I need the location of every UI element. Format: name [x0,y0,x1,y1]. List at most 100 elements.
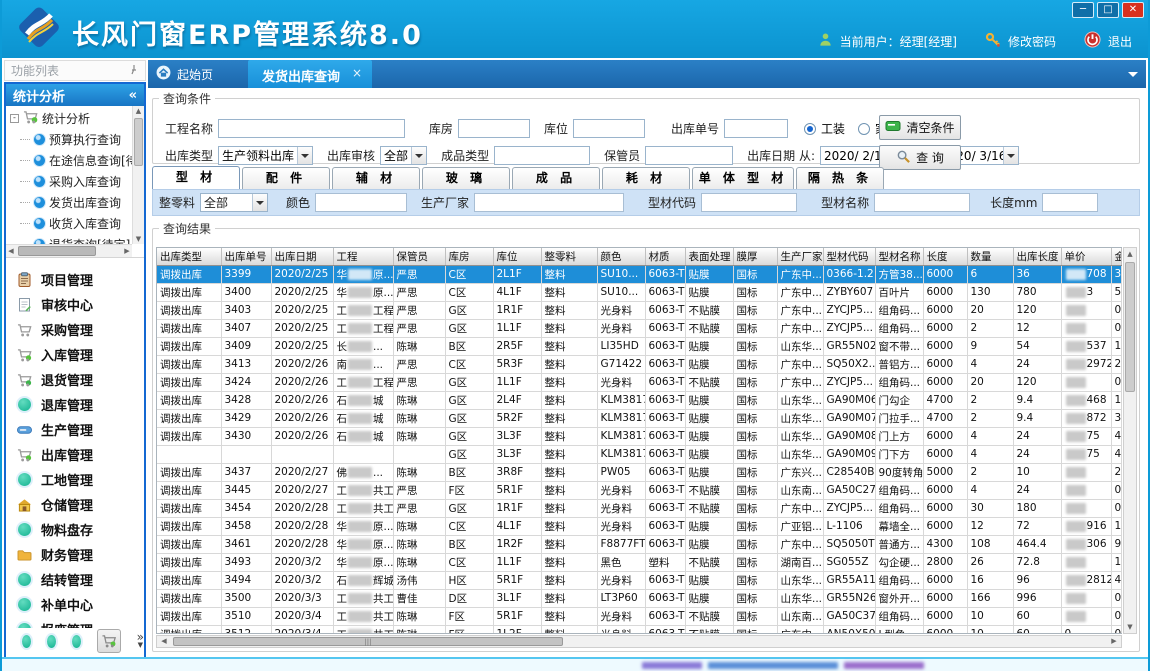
sidebar-item-carryover[interactable]: 结转管理 [6,567,144,592]
table-row[interactable]: 调拨出库34132020/2/26南...严思C区5R3F整料G71422606… [157,355,1122,373]
radio-gongzhuang[interactable] [804,123,816,135]
tab-home[interactable]: 起始页 [156,65,213,83]
sidebar-item-outbound[interactable]: 出库管理 [6,442,144,467]
length-input[interactable] [1042,193,1098,212]
outbound-type-select[interactable]: 生产领料出库 [218,146,313,165]
profile-name-input[interactable] [874,193,970,212]
column-header[interactable]: 出库长度 [1013,248,1061,265]
sidebar-item-inbound[interactable]: 入库管理 [6,342,144,367]
material-tab-1[interactable]: 配 件 [242,167,330,189]
sidebar-item-returns[interactable]: 退货管理 [6,367,144,392]
table-row[interactable]: 调拨出库34282020/2/26石城陈琳G区2L4F整料KLM38176063… [157,391,1122,409]
tree-expander-icon[interactable]: - [10,114,19,123]
column-header[interactable]: 出库类型 [157,248,221,265]
warehouse-input[interactable] [458,119,530,138]
column-header[interactable]: 材质 [645,248,685,265]
column-header[interactable]: 金 [1111,248,1122,265]
table-row[interactable]: 调拨出库34932020/3/2华原...陈琳C区1L1F整料黑色塑料不贴膜国标… [157,553,1122,571]
logout-link[interactable]: 退出 [1108,33,1132,50]
column-header[interactable]: 库位 [493,248,541,265]
table-row[interactable]: 调拨出库34092020/2/25长...陈琳B区2R5F整料LI35HD606… [157,337,1122,355]
column-header[interactable]: 保管员 [393,248,445,265]
green-circle-icon[interactable] [22,635,31,648]
material-tab-3[interactable]: 玻 璃 [422,167,510,189]
tree-item[interactable]: 退货查询[待定] [6,234,132,244]
tree-vertical-scrollbar[interactable]: ▲ ▼ [132,106,144,244]
tree-item[interactable]: 预算执行查询 [6,129,132,150]
pin-icon[interactable] [129,62,139,80]
table-row[interactable]: 调拨出库34612020/2/28华原...陈琳B区1R2F整料F8877FT6… [157,535,1122,553]
color-input[interactable] [315,193,407,212]
tab-outbound-query[interactable]: 发货出库查询 × [248,60,372,88]
column-header[interactable]: 出库单号 [221,248,271,265]
tab-close-icon[interactable]: × [352,66,362,88]
material-tab-6[interactable]: 单 体 型 材 [692,167,794,189]
sidebar-item-project[interactable]: 项目管理 [6,267,144,292]
cart-button-icon[interactable] [97,629,121,653]
table-row[interactable]: 调拨出库34242020/2/26工工程严思G区1L1F整料光身料6063-T5… [157,373,1122,391]
table-row[interactable]: 调拨出库34072020/2/25工工程严思G区1L1F整料光身料6063-T5… [157,319,1122,337]
change-password-link[interactable]: 修改密码 [1008,33,1056,50]
tree-horizontal-scrollbar[interactable]: ◀ ▶ [6,244,132,257]
green-circle-icon[interactable] [47,635,56,648]
column-header[interactable]: 膜厚 [733,248,777,265]
sidebar-item-finance[interactable]: 财务管理 [6,542,144,567]
grid-vertical-scrollbar[interactable]: ▲ ▼ [1123,247,1137,634]
table-row[interactable]: 调拨出库35122020/3/4工共工程陈琳F区1L2F整料光身料6063-T5… [157,625,1122,634]
material-tab-5[interactable]: 耗 材 [602,167,690,189]
sidebar-section-header[interactable]: 统计分析 « [6,84,144,106]
table-row[interactable]: 调拨出库34302020/2/26石城陈琳G区3L3F整料KLM38176063… [157,427,1122,445]
column-header[interactable]: 生产厂家 [777,248,823,265]
table-row[interactable]: 调拨出库33992020/2/25华原...严思C区2L1F整料SU10...6… [157,265,1122,283]
material-tab-0[interactable]: 型 材 [152,166,240,189]
table-row[interactable]: G区3L3F整料KLM38176063-T5贴膜国标山东华...GA90M09.… [157,445,1122,463]
tree-item[interactable]: 在途信息查询[待 [6,150,132,171]
collapse-icon[interactable]: « [129,88,137,103]
column-header[interactable]: 出库日期 [271,248,333,265]
table-row[interactable]: 调拨出库34372020/2/27佛...陈琳B区3R8F整料PW056063-… [157,463,1122,481]
minimize-button[interactable]: ─ [1072,2,1094,18]
tree-item[interactable]: 收货入库查询 [6,213,132,234]
green-circle-icon[interactable] [72,635,81,648]
sidebar-item-warehouse[interactable]: 仓储管理 [6,492,144,517]
whole-part-select[interactable]: 全部 [200,193,268,212]
column-header[interactable]: 型材代码 [823,248,875,265]
column-header[interactable]: 型材名称 [875,248,923,265]
keeper-input[interactable] [645,146,733,165]
close-button[interactable]: ✕ [1122,2,1144,18]
order-no-input[interactable] [724,119,788,138]
column-header[interactable]: 库房 [445,248,493,265]
tree-root-statistics[interactable]: - 统计分析 [6,106,132,129]
sidebar-item-inventory[interactable]: 物料盘存 [6,517,144,542]
table-row[interactable]: 调拨出库35102020/3/4工共工程陈琳F区5R1F整料光身料6063-T5… [157,607,1122,625]
grid-horizontal-scrollbar[interactable]: ◀ ||| ▶ [156,635,1122,648]
table-row[interactable]: 调拨出库34002020/2/25华原...严思C区4L1F整料SU10...6… [157,283,1122,301]
footer-expand-chevron[interactable]: »▼ [137,633,144,649]
table-row[interactable]: 调拨出库34582020/2/28华原...陈琳C区4L1F整料光身料6063-… [157,517,1122,535]
column-header[interactable]: 单价 [1061,248,1111,265]
table-row[interactable]: 调拨出库34032020/2/25工工程严思G区1R1F整料光身料6063-T5… [157,301,1122,319]
tab-list-dropdown-icon[interactable] [1128,72,1138,82]
column-header[interactable]: 颜色 [597,248,645,265]
material-tab-2[interactable]: 辅 材 [332,167,420,189]
column-header[interactable]: 长度 [923,248,967,265]
sidebar-item-purchase[interactable]: 采购管理 [6,317,144,342]
manufacturer-input[interactable] [474,193,624,212]
project-name-input[interactable] [218,119,405,138]
column-header[interactable]: 表面处理 [685,248,733,265]
maximize-button[interactable]: □ [1097,2,1119,18]
sidebar-item-production[interactable]: 生产管理 [6,417,144,442]
material-tab-4[interactable]: 成 品 [512,167,600,189]
table-row[interactable]: 调拨出库34542020/2/28工共工程严思G区1R1F整料光身料6063-T… [157,499,1122,517]
column-header[interactable]: 工程 [333,248,393,265]
profile-code-input[interactable] [701,193,797,212]
tree-item[interactable]: 发货出库查询 [6,192,132,213]
column-header[interactable]: 整零料 [541,248,597,265]
column-header[interactable]: 数量 [967,248,1013,265]
table-row[interactable]: 调拨出库35002020/3/3工共工程曹佳D区3L1F整料LT3P606063… [157,589,1122,607]
product-type-input[interactable] [494,146,590,165]
clear-conditions-button[interactable]: 清空条件 [879,115,961,140]
table-row[interactable]: 调拨出库34452020/2/27工共工程严思F区5R1F整料光身料6063-T… [157,481,1122,499]
sidebar-item-site[interactable]: 工地管理 [6,467,144,492]
sidebar-item-reorder[interactable]: 补单中心 [6,592,144,617]
